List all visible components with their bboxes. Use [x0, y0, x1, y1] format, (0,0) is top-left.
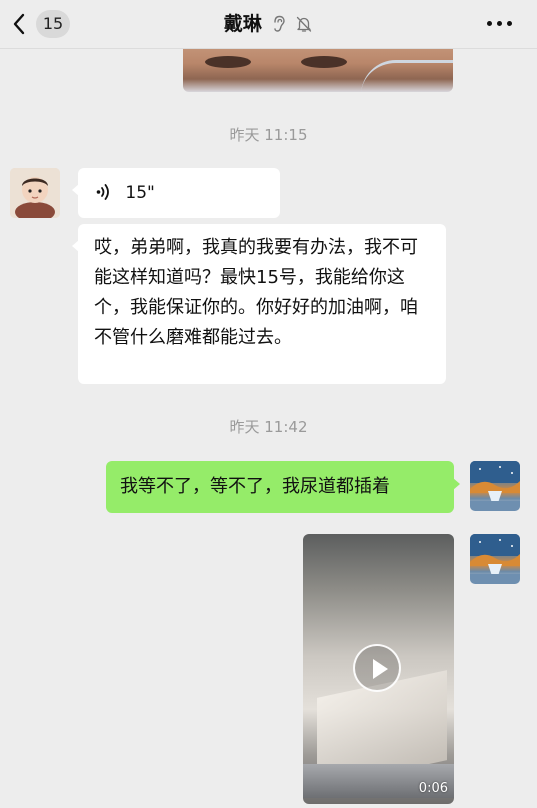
video-message[interactable]: 0:06: [303, 534, 454, 804]
message-timestamp: 昨天 11:15: [229, 126, 308, 144]
message-timestamp: 昨天 11:42: [229, 418, 308, 436]
bell-off-icon: [295, 14, 313, 40]
chat-header: 15 戴琳: [0, 0, 537, 49]
chat-title: 戴琳: [223, 13, 262, 35]
voice-wave-icon: [96, 181, 110, 211]
video-duration: 0:06: [418, 781, 448, 796]
voice-duration: 15": [125, 183, 155, 203]
voice-message[interactable]: 15": [72, 168, 280, 218]
sent-text-message[interactable]: 我等不了，等不了，我尿道都插着: [106, 461, 460, 513]
more-options-button[interactable]: [485, 15, 515, 33]
more-dots-icon: [487, 21, 492, 26]
my-avatar[interactable]: [470, 534, 520, 584]
received-text-message[interactable]: 哎，弟弟啊，我真的我要有办法，我不可能这样知道吗？最快15号，我能给你这个，我能…: [72, 224, 446, 384]
chat-title-area[interactable]: 戴琳: [0, 11, 537, 40]
ear-icon: [272, 14, 286, 40]
my-avatar[interactable]: [470, 461, 520, 511]
play-icon[interactable]: [353, 644, 401, 692]
contact-avatar[interactable]: [10, 168, 60, 218]
